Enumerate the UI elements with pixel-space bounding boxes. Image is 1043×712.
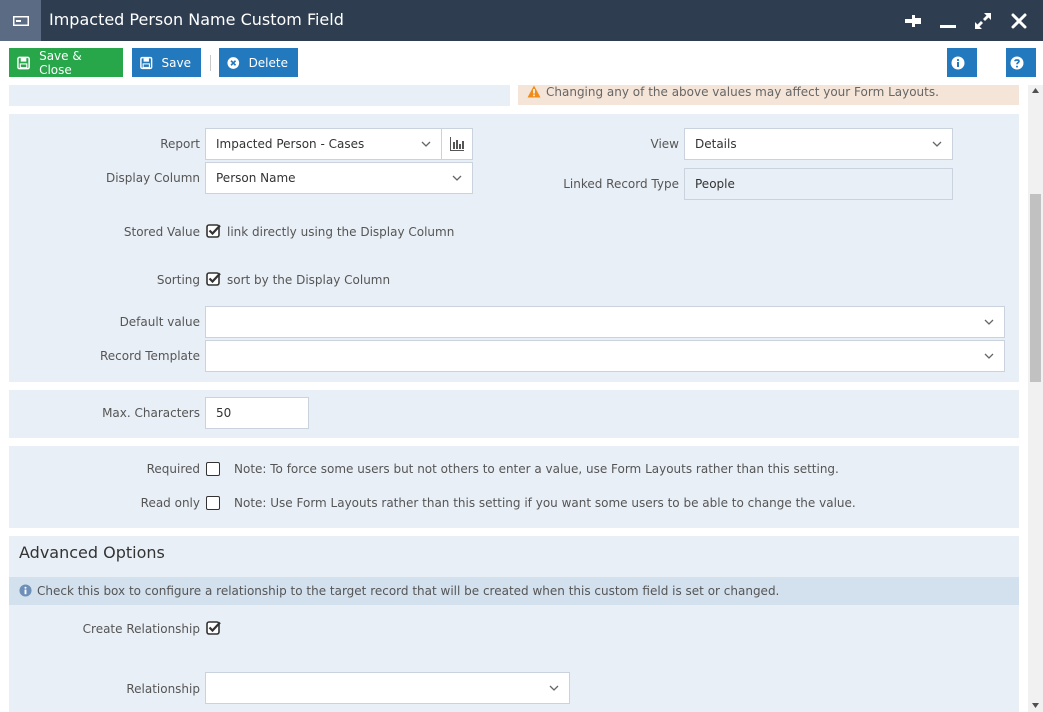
pin-icon[interactable] [902,10,924,32]
maximize-icon[interactable] [972,10,994,32]
checkmark-icon [206,621,221,635]
chevron-down-icon [984,353,994,359]
report-value: Impacted Person - Cases [216,137,365,151]
view-value: Details [695,137,737,151]
sorting-text: sort by the Display Column [227,273,391,287]
save-button[interactable]: Save [132,48,201,77]
chevron-down-icon [984,319,994,325]
info-icon [951,56,964,69]
toolbar: Save & Close Save Delete [0,41,1043,85]
required-checkbox[interactable] [206,462,220,476]
save-icon [17,56,30,69]
chevron-down-icon [549,685,559,691]
delete-label: Delete [248,55,288,70]
report-select[interactable]: Impacted Person - Cases [205,128,442,160]
linked-record-type-field: People [684,168,953,200]
required-note: Note: To force some users but not others… [234,462,839,476]
relationship-label: Relationship [126,682,200,696]
sorting-checkbox[interactable] [206,271,222,287]
record-template-label: Record Template [99,349,200,363]
chart-icon [450,137,464,151]
chevron-down-icon [421,141,431,147]
help-icon [1010,56,1023,69]
scroll-up-icon[interactable] [1032,88,1039,93]
stored-value-label: Stored Value [123,225,200,239]
delete-icon [227,56,240,69]
advanced-info-text: Check this box to configure a relationsh… [37,584,780,598]
window-title: Impacted Person Name Custom Field [49,10,344,29]
max-chars-label: Max. Characters [102,406,200,420]
stored-value-text: link directly using the Display Column [227,225,455,239]
scrollbar-track[interactable] [1028,85,1043,712]
advanced-heading: Advanced Options [19,543,165,562]
display-column-label: Display Column [105,171,200,185]
stored-value-checkbox[interactable] [206,223,222,239]
chevron-down-icon [932,141,942,147]
checkmark-icon [206,272,221,286]
report-label: Report [160,137,200,151]
save-close-button[interactable]: Save & Close [9,48,123,77]
readonly-checkbox[interactable] [206,496,220,510]
checkmark-icon [206,224,221,238]
form-content[interactable]: Changing any of the above values may aff… [0,85,1028,712]
default-value-select[interactable] [205,306,1005,338]
window-icon [0,0,41,41]
scrollbar-thumb[interactable] [1030,194,1041,382]
delete-button[interactable]: Delete [219,48,298,77]
create-relationship-label: Create Relationship [82,622,200,636]
record-template-select[interactable] [205,340,1005,372]
readonly-note: Note: Use Form Layouts rather than this … [234,496,856,510]
chevron-down-icon [452,175,462,181]
default-value-label: Default value [119,315,200,329]
linked-record-type-value: People [695,177,735,191]
close-icon[interactable] [1008,10,1030,32]
max-chars-value: 50 [216,406,232,420]
report-chart-button[interactable] [441,128,473,160]
create-relationship-checkbox[interactable] [206,620,222,636]
max-chars-panel: Max. Characters 50 [9,390,1019,438]
sorting-label: Sorting [156,273,200,287]
save-label: Save [161,55,191,70]
top-panel [9,85,510,106]
view-select[interactable]: Details [684,128,953,160]
view-label: View [650,137,679,151]
save-icon [140,56,153,69]
info-button[interactable] [947,48,977,77]
display-column-select[interactable]: Person Name [205,162,473,194]
relationship-select[interactable] [205,672,570,704]
scroll-down-icon[interactable] [1032,703,1039,708]
linked-record-type-label: Linked Record Type [563,177,679,191]
save-close-label: Save & Close [39,48,82,77]
warning-text: Changing any of the above values may aff… [546,85,939,99]
minimize-icon[interactable] [937,10,959,32]
warning-banner: Changing any of the above values may aff… [518,85,1019,105]
help-button[interactable] [1006,48,1036,77]
report-panel: Report Impacted Person - Cases Display C… [9,114,1019,382]
advanced-info-bar: Check this box to configure a relationsh… [9,577,1019,605]
readonly-label: Read only [140,496,200,510]
display-column-value: Person Name [216,171,296,185]
max-chars-input[interactable]: 50 [205,397,309,429]
flags-panel: Required Note: To force some users but n… [9,446,1019,528]
toolbar-divider [210,55,211,71]
title-bar: Impacted Person Name Custom Field [0,0,1043,41]
required-label: Required [146,462,200,476]
info-icon [19,584,32,597]
warning-icon [527,85,541,98]
